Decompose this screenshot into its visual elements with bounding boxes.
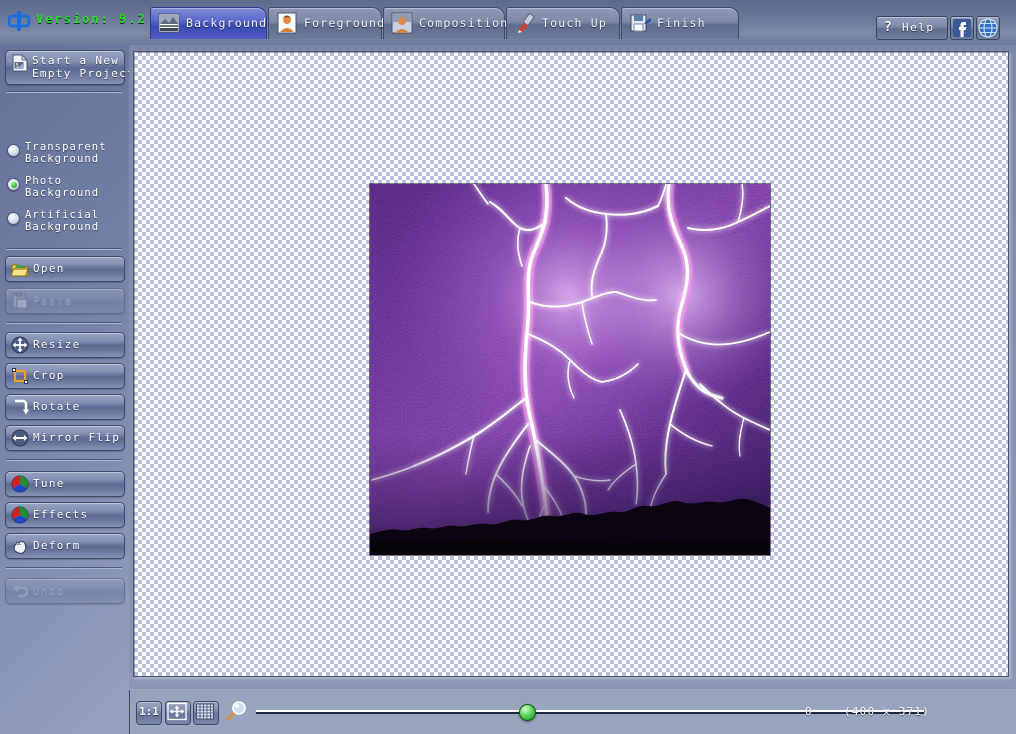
radio-label: Artificial Background <box>25 209 100 233</box>
radio-dot-icon <box>7 144 20 157</box>
version-label: Version: 9.2 <box>36 12 147 26</box>
button-label: Open <box>33 262 65 275</box>
undo-arrow-icon <box>12 585 29 598</box>
button-label: Tune <box>33 477 65 490</box>
tab-background[interactable]: Background <box>150 7 267 39</box>
open-folder-icon <box>11 264 29 277</box>
app-logo-icon <box>8 11 30 31</box>
button-label: Resize <box>33 338 81 351</box>
tab-composition[interactable]: Composition <box>383 7 509 39</box>
canvas-area <box>129 45 1016 689</box>
zoom-slider-handle[interactable] <box>519 704 536 721</box>
save-disk-icon <box>630 14 651 32</box>
tab-label: Finish <box>657 16 706 30</box>
deform-hand-icon <box>13 540 27 554</box>
new-image-icon <box>12 54 28 72</box>
paste-button: Paste <box>5 288 125 314</box>
paste-icon <box>12 292 28 309</box>
question-mark-icon: ? <box>884 20 892 35</box>
color-wheel-icon <box>11 475 29 493</box>
undo-button: Undo <box>5 578 125 604</box>
open-button[interactable]: Open <box>5 256 125 282</box>
purple-lightning-storm-photo <box>370 184 770 555</box>
start-new-empty-project-button[interactable]: Start a New Empty Project <box>5 50 134 85</box>
fit-to-window-icon <box>167 702 187 721</box>
new-project-label: Start a New Empty Project <box>32 54 135 80</box>
button-label: Mirror Flip <box>33 431 121 444</box>
deform-button[interactable]: Deform <box>5 533 125 559</box>
zoom-1to1-label: 1:1 <box>139 705 159 718</box>
radio-label: Transparent Background <box>25 141 107 165</box>
divider <box>6 459 122 461</box>
zoom-value-label: 0 <box>805 705 813 718</box>
help-button[interactable]: ? Help <box>876 16 948 40</box>
website-button[interactable] <box>976 16 1000 40</box>
flip-arrows-icon <box>11 429 29 447</box>
button-label: Deform <box>33 539 81 552</box>
divider <box>6 91 122 93</box>
facebook-icon <box>953 19 971 37</box>
tab-foreground[interactable]: Foreground <box>268 7 386 39</box>
effects-button[interactable]: Effects <box>5 502 125 528</box>
rotate-button[interactable]: Rotate <box>5 394 125 420</box>
radio-dot-icon <box>7 212 20 225</box>
button-label: Undo <box>33 584 65 597</box>
crop-icon <box>12 368 28 384</box>
status-bar: 1:1 0 (400 x 371) <box>129 689 1016 734</box>
person-composite-icon <box>391 12 413 34</box>
grid-toggle-button[interactable] <box>193 701 219 725</box>
mirror-flip-button[interactable]: Mirror Flip <box>5 425 125 451</box>
crop-button[interactable]: Crop <box>5 363 125 389</box>
fit-to-window-button[interactable] <box>165 701 191 725</box>
tune-button[interactable]: Tune <box>5 471 125 497</box>
tab-label: Background <box>186 16 268 30</box>
tab-finish[interactable]: Finish <box>621 7 739 39</box>
divider <box>6 567 122 569</box>
canvas-checkerboard[interactable] <box>133 51 1009 677</box>
button-label: Paste <box>33 294 73 307</box>
tab-touch-up[interactable]: Touch Up <box>506 7 620 39</box>
divider <box>6 248 122 250</box>
grid-icon <box>196 703 214 720</box>
tab-label: Touch Up <box>542 16 607 30</box>
application-window: Version: 9.2 Background Foreground Compo… <box>0 0 1016 734</box>
radio-label: Photo Background <box>25 175 100 199</box>
image-dimensions-label: (400 x 371) <box>844 705 931 718</box>
rotate-arrow-icon <box>15 399 29 415</box>
person-portrait-icon <box>277 12 297 34</box>
zoom-slider-track[interactable] <box>256 710 924 714</box>
magnifier-icon <box>226 701 246 721</box>
tab-label: Foreground <box>304 16 386 30</box>
resize-button[interactable]: Resize <box>5 332 125 358</box>
button-label: Crop <box>33 369 65 382</box>
tab-label: Composition <box>419 16 509 30</box>
resize-arrows-icon <box>11 336 29 354</box>
canvas-photo[interactable] <box>370 184 770 555</box>
help-label: Help <box>902 21 935 34</box>
brush-icon <box>518 13 535 33</box>
left-sidebar: Start a New Empty Project Transparent Ba… <box>0 45 134 734</box>
color-wheel-icon <box>11 506 29 524</box>
button-label: Effects <box>33 508 89 521</box>
landscape-photo-icon <box>158 13 180 33</box>
radio-dot-icon <box>7 178 20 191</box>
button-label: Rotate <box>33 400 81 413</box>
globe-icon <box>978 18 998 38</box>
divider <box>6 322 122 324</box>
facebook-button[interactable] <box>950 16 974 40</box>
zoom-actual-size-button[interactable]: 1:1 <box>136 701 162 725</box>
top-toolbar: Version: 9.2 Background Foreground Compo… <box>0 0 1016 46</box>
